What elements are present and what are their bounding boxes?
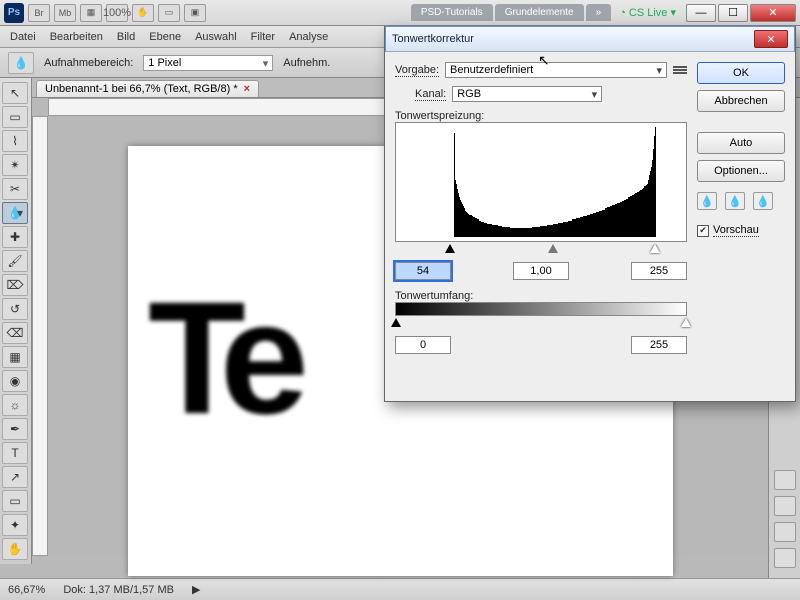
crop-tool-icon[interactable]: ✂ <box>2 178 28 200</box>
brush-tool-icon[interactable]: 🖌 <box>2 250 28 272</box>
preset-select[interactable]: Benutzerdefiniert <box>445 62 667 78</box>
marquee-tool-icon[interactable]: ▭ <box>2 106 28 128</box>
white-point-handle[interactable] <box>650 244 660 253</box>
gamma-handle[interactable] <box>548 244 558 253</box>
preview-checkbox[interactable]: ✔ Vorschau <box>697 224 785 237</box>
app-icon: Ps <box>4 3 24 23</box>
input-black-field[interactable]: 54 <box>395 262 451 280</box>
hand-icon[interactable]: ✋ <box>132 4 154 22</box>
channel-select[interactable]: RGB <box>452 86 602 102</box>
canvas-art: Te <box>148 266 295 450</box>
eyedropper-tool-icon[interactable]: 💧 <box>2 202 28 224</box>
levels-dialog: Tonwertkorrektur ✕ Vorgabe: Benutzerdefi… <box>384 26 796 402</box>
output-white-handle[interactable] <box>681 318 691 327</box>
screenmode-icon[interactable]: ▣ <box>184 4 206 22</box>
gradient-tool-icon[interactable]: ▦ <box>2 346 28 368</box>
ok-button[interactable]: OK <box>697 62 785 84</box>
workspace-tabs: PSD-Tutorials Grundelemente » <box>411 4 611 21</box>
eyedropper-tool-icon[interactable]: 💧 <box>8 52 34 74</box>
cancel-button[interactable]: Abbrechen <box>697 90 785 112</box>
white-eyedropper-icon[interactable]: 💧 <box>753 192 773 210</box>
sample-label: Aufnehm. <box>283 57 330 69</box>
black-eyedropper-icon[interactable]: 💧 <box>697 192 717 210</box>
histogram[interactable] <box>395 122 687 242</box>
dialog-title: Tonwertkorrektur <box>392 33 474 45</box>
dialog-titlebar[interactable]: Tonwertkorrektur ✕ <box>385 26 795 52</box>
arrange-icon[interactable]: ▭ <box>158 4 180 22</box>
minibridge-icon[interactable]: Mb <box>54 4 76 22</box>
options-button[interactable]: Optionen... <box>697 160 785 182</box>
menu-filter[interactable]: Filter <box>251 31 275 43</box>
range-label: Tonwertumfang: <box>395 290 687 302</box>
minimize-button[interactable]: — <box>686 4 716 22</box>
toolbox: ↖ ▭ ⌇ ✴ ✂ 💧 ✚ 🖌 ⌦ ↺ ⌫ ▦ ◉ ☼ ✒ T ↗ ▭ ✦ ✋ <box>0 78 32 564</box>
input-white-field[interactable]: 255 <box>631 262 687 280</box>
blur-tool-icon[interactable]: ◉ <box>2 370 28 392</box>
eraser-tool-icon[interactable]: ⌫ <box>2 322 28 344</box>
output-gradient[interactable] <box>395 302 687 316</box>
path-tool-icon[interactable]: ↗ <box>2 466 28 488</box>
bridge-icon[interactable]: Br <box>28 4 50 22</box>
ruler-vertical[interactable] <box>32 116 48 556</box>
heal-tool-icon[interactable]: ✚ <box>2 226 28 248</box>
menu-datei[interactable]: Datei <box>10 31 36 43</box>
app-titlebar: Ps Br Mb ▦ 100% ✋ ▭ ▣ PSD-Tutorials Grun… <box>0 0 800 26</box>
panel-icon-4[interactable] <box>774 548 796 568</box>
status-zoom[interactable]: 66,67% <box>8 584 45 596</box>
panel-icon-1[interactable] <box>774 470 796 490</box>
channel-label: Kanal: <box>415 88 446 101</box>
lasso-tool-icon[interactable]: ⌇ <box>2 130 28 152</box>
close-button[interactable]: ✕ <box>750 4 796 22</box>
workspace-tab-2[interactable]: Grundelemente <box>495 4 584 21</box>
hand-tool-icon[interactable]: ✋ <box>2 538 28 560</box>
sample-size-select[interactable]: 1 Pixel <box>143 55 273 71</box>
document-tab-label: Unbenannt-1 bei 66,7% (Text, RGB/8) * <box>45 83 238 95</box>
view-extras-icon[interactable]: ▦ <box>80 4 102 22</box>
document-close-icon[interactable]: × <box>244 83 250 95</box>
3d-tool-icon[interactable]: ✦ <box>2 514 28 536</box>
cslive-menu[interactable]: ◔ CS Live ▾ <box>619 6 676 19</box>
move-tool-icon[interactable]: ↖ <box>2 82 28 104</box>
output-white-field[interactable]: 255 <box>631 336 687 354</box>
input-gamma-field[interactable]: 1,00 <box>513 262 569 280</box>
menu-ebene[interactable]: Ebene <box>149 31 181 43</box>
zoom-select[interactable]: 100% <box>106 4 128 22</box>
panel-icon-3[interactable] <box>774 522 796 542</box>
wand-tool-icon[interactable]: ✴ <box>2 154 28 176</box>
check-icon: ✔ <box>697 225 709 237</box>
auto-button[interactable]: Auto <box>697 132 785 154</box>
dialog-close-icon[interactable]: ✕ <box>754 30 788 48</box>
dodge-tool-icon[interactable]: ☼ <box>2 394 28 416</box>
output-black-field[interactable]: 0 <box>395 336 451 354</box>
output-black-handle[interactable] <box>391 318 401 327</box>
sample-size-label: Aufnahmebereich: <box>44 57 133 69</box>
spread-label: Tonwertspreizung: <box>395 110 687 122</box>
menu-bearbeiten[interactable]: Bearbeiten <box>50 31 103 43</box>
menu-bild[interactable]: Bild <box>117 31 135 43</box>
input-slider[interactable] <box>395 244 687 258</box>
status-doc[interactable]: Dok: 1,37 MB/1,57 MB <box>63 584 174 596</box>
stamp-tool-icon[interactable]: ⌦ <box>2 274 28 296</box>
type-tool-icon[interactable]: T <box>2 442 28 464</box>
panel-icon-2[interactable] <box>774 496 796 516</box>
preset-menu-icon[interactable] <box>673 63 687 77</box>
maximize-button[interactable]: ☐ <box>718 4 748 22</box>
workspace-tab-1[interactable]: PSD-Tutorials <box>411 4 493 21</box>
statusbar: 66,67% Dok: 1,37 MB/1,57 MB ▶ <box>0 578 800 600</box>
history-brush-icon[interactable]: ↺ <box>2 298 28 320</box>
workspace-more[interactable]: » <box>586 4 612 21</box>
menu-analyse[interactable]: Analyse <box>289 31 328 43</box>
black-point-handle[interactable] <box>445 244 455 253</box>
gray-eyedropper-icon[interactable]: 💧 <box>725 192 745 210</box>
status-arrow-icon[interactable]: ▶ <box>192 583 200 596</box>
menu-auswahl[interactable]: Auswahl <box>195 31 237 43</box>
output-slider[interactable] <box>395 318 687 332</box>
shape-tool-icon[interactable]: ▭ <box>2 490 28 512</box>
preset-label: Vorgabe: <box>395 64 439 77</box>
preview-label: Vorschau <box>713 224 759 237</box>
document-tab[interactable]: Unbenannt-1 bei 66,7% (Text, RGB/8) * × <box>36 80 259 97</box>
pen-tool-icon[interactable]: ✒ <box>2 418 28 440</box>
